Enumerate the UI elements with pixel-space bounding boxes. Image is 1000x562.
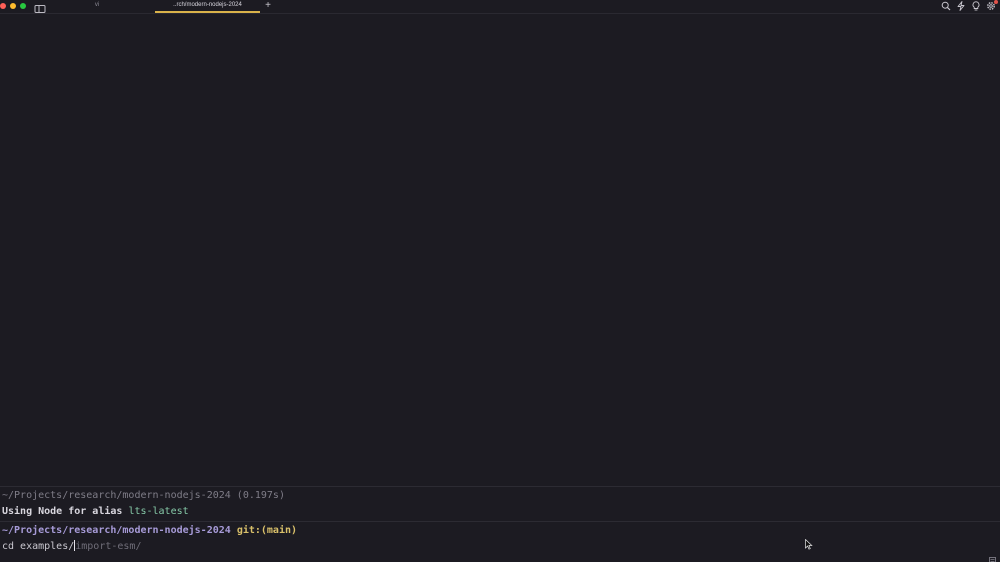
toolbar-icons (941, 0, 998, 12)
sidebar-toggle-icon[interactable] (34, 1, 46, 13)
terminal-window: vi ..rch/modern-nodejs-2024 + ~/Projects… (0, 0, 1000, 562)
block-menu-icon[interactable] (989, 551, 996, 562)
git-branch: git:(main) (236, 525, 298, 536)
new-tab-button[interactable]: + (263, 0, 273, 11)
notification-dot (994, 0, 998, 4)
prompt-path: ~/Projects/research/modern-nodejs-2024 (2, 525, 237, 536)
autosuggestion: import-esm/ (75, 541, 142, 552)
command-output: Using Node for alias lts-latest (2, 505, 189, 518)
current-prompt: ~/Projects/research/modern-nodejs-2024 g… (2, 524, 297, 537)
tab-label: vi (94, 2, 100, 8)
settings-icon[interactable] (986, 0, 998, 11)
lightbulb-icon[interactable] (971, 1, 981, 11)
search-icon[interactable] (941, 1, 951, 11)
zoom-window-button[interactable] (20, 3, 26, 9)
tab-modern-nodejs[interactable]: ..rch/modern-nodejs-2024 (155, 0, 260, 13)
bolt-icon[interactable] (956, 1, 966, 11)
close-window-button[interactable] (0, 3, 6, 9)
mouse-pointer-icon (805, 537, 813, 550)
command-input[interactable]: cd examples/import-esm/ (2, 540, 141, 553)
typed-text: cd examples/ (2, 541, 75, 552)
block-divider (0, 486, 1000, 487)
previous-prompt: ~/Projects/research/modern-nodejs-2024 (… (2, 490, 285, 501)
block-divider (0, 521, 1000, 522)
tab-bar: vi ..rch/modern-nodejs-2024 + (0, 0, 1000, 14)
minimize-window-button[interactable] (10, 3, 16, 9)
output-alias: lts-latest (128, 506, 189, 517)
output-text: Using Node for alias (2, 506, 129, 517)
tab-vi[interactable]: vi (60, 0, 134, 13)
tab-label: ..rch/modern-nodejs-2024 (173, 2, 242, 8)
